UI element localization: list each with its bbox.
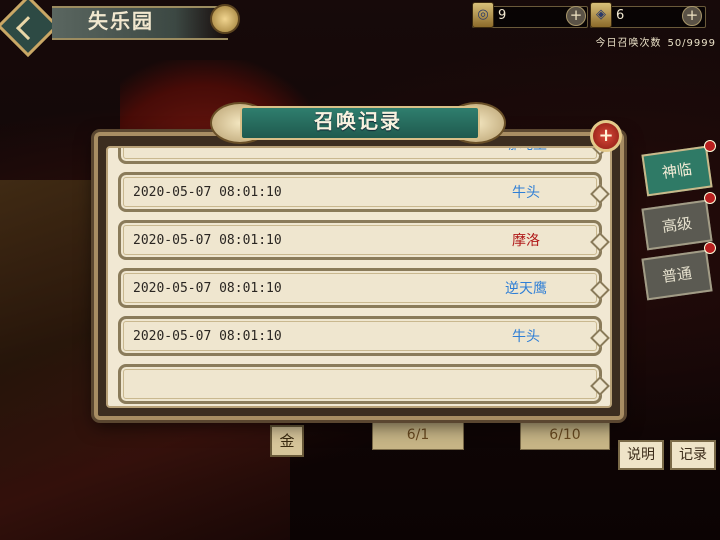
explain-button[interactable]: 说明 xyxy=(618,440,664,470)
record-row: 2020-05-07 08:01:10 哪吒王 xyxy=(118,148,610,164)
gold-badge: 金 xyxy=(270,425,304,457)
record-name: 牛头 xyxy=(512,185,540,201)
record-time: 2020-05-07 08:01:10 xyxy=(133,148,282,163)
ten-summon-cost[interactable]: 6/10 xyxy=(520,420,610,450)
daily-summon-label: 今日召唤次数 xyxy=(595,38,662,49)
notification-dot xyxy=(704,192,716,204)
row-notch xyxy=(590,232,610,252)
resource-2-value: 6 xyxy=(616,8,625,23)
notification-dot xyxy=(704,242,716,254)
record-name: 逆天鹰 xyxy=(505,281,547,297)
record-name: 牛头 xyxy=(512,329,540,345)
record-time: 2020-05-07 08:01:10 xyxy=(133,185,282,200)
resource-1-value: 9 xyxy=(498,8,507,23)
page-title: 失乐园 xyxy=(88,9,154,33)
summon-ticket-icon: ◎ xyxy=(472,2,494,28)
add-resource-1-button[interactable]: + xyxy=(566,6,586,26)
dialog-header: 召唤记录 xyxy=(210,100,506,144)
record-button[interactable]: 记录 xyxy=(670,440,716,470)
record-list[interactable]: 2020-05-07 08:01:10 哪吒王 2020-05-07 08:01… xyxy=(106,146,612,408)
record-row: 2020-05-07 08:01:10 牛头 xyxy=(118,172,610,212)
premium-ticket-icon: ◈ xyxy=(590,2,612,28)
record-name: 哪吒王 xyxy=(461,148,591,163)
dialog-title: 召唤记录 xyxy=(314,109,402,133)
single-summon-cost[interactable]: 6/1 xyxy=(372,420,464,450)
record-time: 2020-05-07 08:01:10 xyxy=(133,281,282,296)
row-notch xyxy=(590,184,610,204)
row-notch xyxy=(590,376,610,396)
record-name: 摩洛 xyxy=(512,233,540,249)
record-row: 2020-05-07 08:01:10 逆天鹰 xyxy=(118,268,610,308)
summon-record-dialog: 2020-05-07 08:01:10 哪吒王 2020-05-07 08:01… xyxy=(94,132,624,420)
close-button[interactable]: + xyxy=(590,120,622,152)
emblem-icon xyxy=(210,4,240,34)
record-time: 2020-05-07 08:01:10 xyxy=(133,233,282,248)
notification-dot xyxy=(704,140,716,152)
daily-summon-count: 今日召唤次数 50/9999 xyxy=(589,34,716,49)
row-notch xyxy=(590,280,610,300)
add-resource-2-button[interactable]: + xyxy=(682,6,702,26)
record-row: 2020-05-07 08:01:10 摩洛 xyxy=(118,220,610,260)
record-row: 2020-05-07 08:01:10 牛头 xyxy=(118,316,610,356)
record-row xyxy=(118,364,610,404)
row-notch xyxy=(590,328,610,348)
record-time: 2020-05-07 08:01:10 xyxy=(133,329,282,344)
daily-summon-value: 50/9999 xyxy=(667,38,716,49)
